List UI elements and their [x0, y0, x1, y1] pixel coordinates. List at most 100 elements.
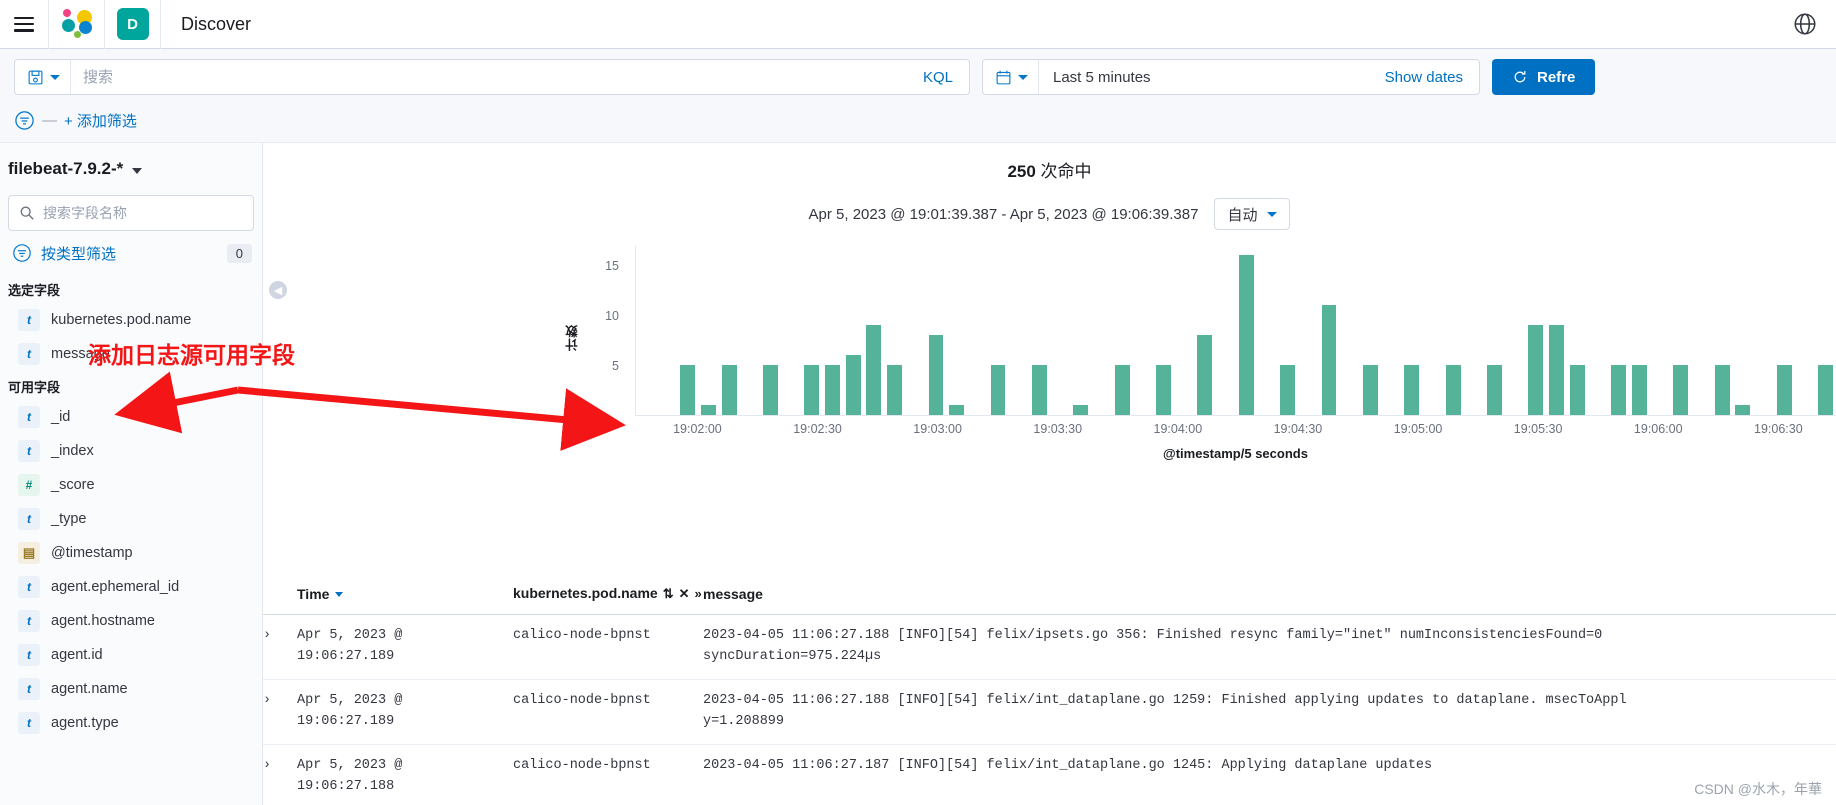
saved-query-button[interactable] [15, 60, 71, 94]
chart-bar[interactable] [763, 365, 778, 415]
chart-bar[interactable] [700, 405, 716, 415]
chart-bar-slot[interactable] [1091, 246, 1112, 415]
chart-bar-slot[interactable] [1381, 246, 1402, 415]
interval-selector[interactable]: 自动 [1214, 198, 1291, 230]
chart-bar[interactable] [1569, 365, 1585, 415]
chart-bar-slot[interactable] [1298, 246, 1319, 415]
chart-bar[interactable] [721, 365, 737, 415]
chart-bar-slot[interactable] [1360, 246, 1381, 415]
chart-bar-slot[interactable] [1153, 246, 1174, 415]
chart-bar-slot[interactable] [719, 246, 740, 415]
chart-bar-slot[interactable] [1567, 246, 1588, 415]
chart-bar[interactable] [928, 335, 944, 415]
field-item[interactable]: t _type [0, 502, 262, 536]
date-quick-select-button[interactable] [983, 60, 1039, 94]
elastic-logo-button[interactable] [49, 0, 105, 49]
filter-icon[interactable] [14, 110, 35, 131]
chart-bar-slot[interactable] [988, 246, 1009, 415]
chart-bar-slot[interactable] [1174, 246, 1195, 415]
chart-bar-slot[interactable] [802, 246, 823, 415]
chart-bar[interactable] [1776, 365, 1792, 415]
chart-bar[interactable] [1362, 365, 1378, 415]
field-search-input[interactable] [43, 205, 243, 221]
field-item[interactable]: t agent.ephemeral_id [0, 570, 262, 604]
search-input[interactable] [71, 68, 907, 86]
index-pattern-selector[interactable]: filebeat-7.9.2-* [0, 155, 262, 179]
chart-bar[interactable] [1197, 335, 1213, 415]
chart-bar-slot[interactable] [1257, 246, 1278, 415]
chart-bar[interactable] [866, 325, 882, 415]
chart-bar-slot[interactable] [1195, 246, 1216, 415]
show-dates-button[interactable]: Show dates [1369, 69, 1479, 86]
chart-bar[interactable] [1818, 365, 1833, 415]
chart-bar-slot[interactable] [1401, 246, 1422, 415]
chart-bar[interactable] [1714, 365, 1730, 415]
chart-bar-slot[interactable] [967, 246, 988, 415]
chart-bar-slot[interactable] [657, 246, 678, 415]
chart-bar-slot[interactable] [781, 246, 802, 415]
chart-bar-slot[interactable] [1443, 246, 1464, 415]
pod-column-header[interactable]: kubernetes.pod.name ⇅ ✕ » [513, 575, 703, 615]
chart-bar-slot[interactable] [1753, 246, 1774, 415]
chart-bar-slot[interactable] [822, 246, 843, 415]
kql-language-button[interactable]: KQL [907, 69, 969, 86]
chart-bar-slot[interactable] [843, 246, 864, 415]
chart-bar-slot[interactable] [1712, 246, 1733, 415]
chart-bar-slot[interactable] [1050, 246, 1071, 415]
field-item[interactable]: t kubernetes.pod.name [0, 303, 262, 337]
chart-bar[interactable] [1114, 365, 1130, 415]
chart-bar[interactable] [1031, 365, 1047, 415]
chart-bar-slot[interactable] [1008, 246, 1029, 415]
chart-bar-slot[interactable] [1732, 246, 1753, 415]
chart-bar-slot[interactable] [1608, 246, 1629, 415]
remove-column-icon[interactable]: ✕ [679, 586, 690, 601]
field-item[interactable]: # _score [0, 468, 262, 502]
chart-bar[interactable] [680, 365, 696, 415]
chart-bar-slot[interactable] [698, 246, 719, 415]
chart-bar-slot[interactable] [1133, 246, 1154, 415]
expand-row-icon[interactable]: › [263, 679, 297, 745]
field-item[interactable]: t agent.id [0, 638, 262, 672]
add-filter-button[interactable]: + 添加筛选 [64, 110, 137, 131]
sort-desc-icon[interactable] [335, 591, 344, 597]
filter-by-type-button[interactable]: 按类型筛选 [41, 243, 116, 264]
hamburger-menu-button[interactable] [0, 0, 49, 49]
chart-bar-slot[interactable] [1319, 246, 1340, 415]
table-row[interactable]: › Apr 5, 2023 @ 19:06:27.189 calico-node-b… [263, 679, 1836, 745]
chart-bar[interactable] [1487, 365, 1502, 415]
chart-bar[interactable] [1673, 365, 1689, 415]
chart-bar-slot[interactable] [1277, 246, 1298, 415]
time-column-header[interactable]: Time [297, 575, 513, 615]
chart-bar[interactable] [887, 365, 903, 415]
chart-bar-slot[interactable] [1215, 246, 1236, 415]
chart-bar-slot[interactable] [760, 246, 781, 415]
chart-bar[interactable] [1404, 365, 1420, 415]
chart-bar[interactable] [1445, 365, 1461, 415]
chart-bar-slot[interactable] [1629, 246, 1650, 415]
chart-bar-slot[interactable] [1422, 246, 1443, 415]
chart-bar-slot[interactable] [636, 246, 657, 415]
field-item[interactable]: t agent.type [0, 706, 262, 740]
chart-bar-slot[interactable] [1526, 246, 1547, 415]
chart-bar-slot[interactable] [1795, 246, 1816, 415]
filter-icon[interactable] [12, 243, 33, 264]
chart-bar-slot[interactable] [1650, 246, 1671, 415]
time-range-value[interactable]: Last 5 minutes [1039, 69, 1369, 86]
chart-bar[interactable] [1156, 365, 1171, 415]
chart-bar-slot[interactable] [1339, 246, 1360, 415]
field-item[interactable]: t _id [0, 400, 262, 434]
chart-bar-slot[interactable] [1815, 246, 1836, 415]
field-item[interactable]: t _index [0, 434, 262, 468]
chart-bar[interactable] [1631, 365, 1647, 415]
chart-bar-slot[interactable] [1029, 246, 1050, 415]
chart-bar[interactable] [1735, 405, 1751, 415]
table-row[interactable]: › Apr 5, 2023 @ 19:06:27.188 calico-node-b… [263, 744, 1836, 805]
chart-bar[interactable] [1528, 325, 1544, 415]
expand-row-icon[interactable]: › [263, 614, 297, 680]
chart-bar-slot[interactable] [1070, 246, 1091, 415]
chart-bar-slot[interactable] [905, 246, 926, 415]
chart-bar[interactable] [949, 405, 965, 415]
globe-icon[interactable] [1792, 11, 1818, 37]
chart-bar-slot[interactable] [864, 246, 885, 415]
chart-bar-slot[interactable] [946, 246, 967, 415]
